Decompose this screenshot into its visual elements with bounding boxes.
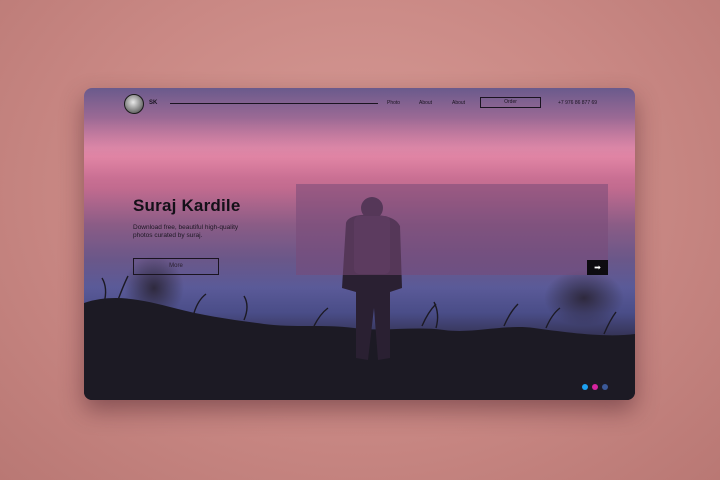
nav-link-photo[interactable]: Photo (387, 100, 400, 106)
nav-link-about[interactable]: About (419, 100, 432, 106)
brand-initials[interactable]: SK (149, 100, 157, 106)
facebook-icon[interactable] (602, 384, 608, 390)
top-navigation: SK Photo About About Order +7 976 86 877… (84, 88, 635, 118)
hero-subtitle: Download free, beautiful high-quality ph… (133, 224, 239, 239)
nav-link-about-2[interactable]: About (452, 100, 465, 106)
avatar[interactable] (124, 94, 144, 114)
twitter-icon[interactable] (582, 384, 588, 390)
hero-title: Suraj Kardile (133, 196, 241, 215)
more-button[interactable]: More (133, 258, 219, 275)
nav-divider-line (170, 103, 378, 104)
next-arrow-button[interactable]: ➡ (587, 260, 608, 275)
hero-card: SK Photo About About Order +7 976 86 877… (84, 88, 635, 400)
phone-number[interactable]: +7 976 86 877 69 (558, 100, 597, 106)
instagram-icon[interactable] (592, 384, 598, 390)
overlay-panel (296, 184, 608, 275)
order-button[interactable]: Order (480, 97, 541, 108)
